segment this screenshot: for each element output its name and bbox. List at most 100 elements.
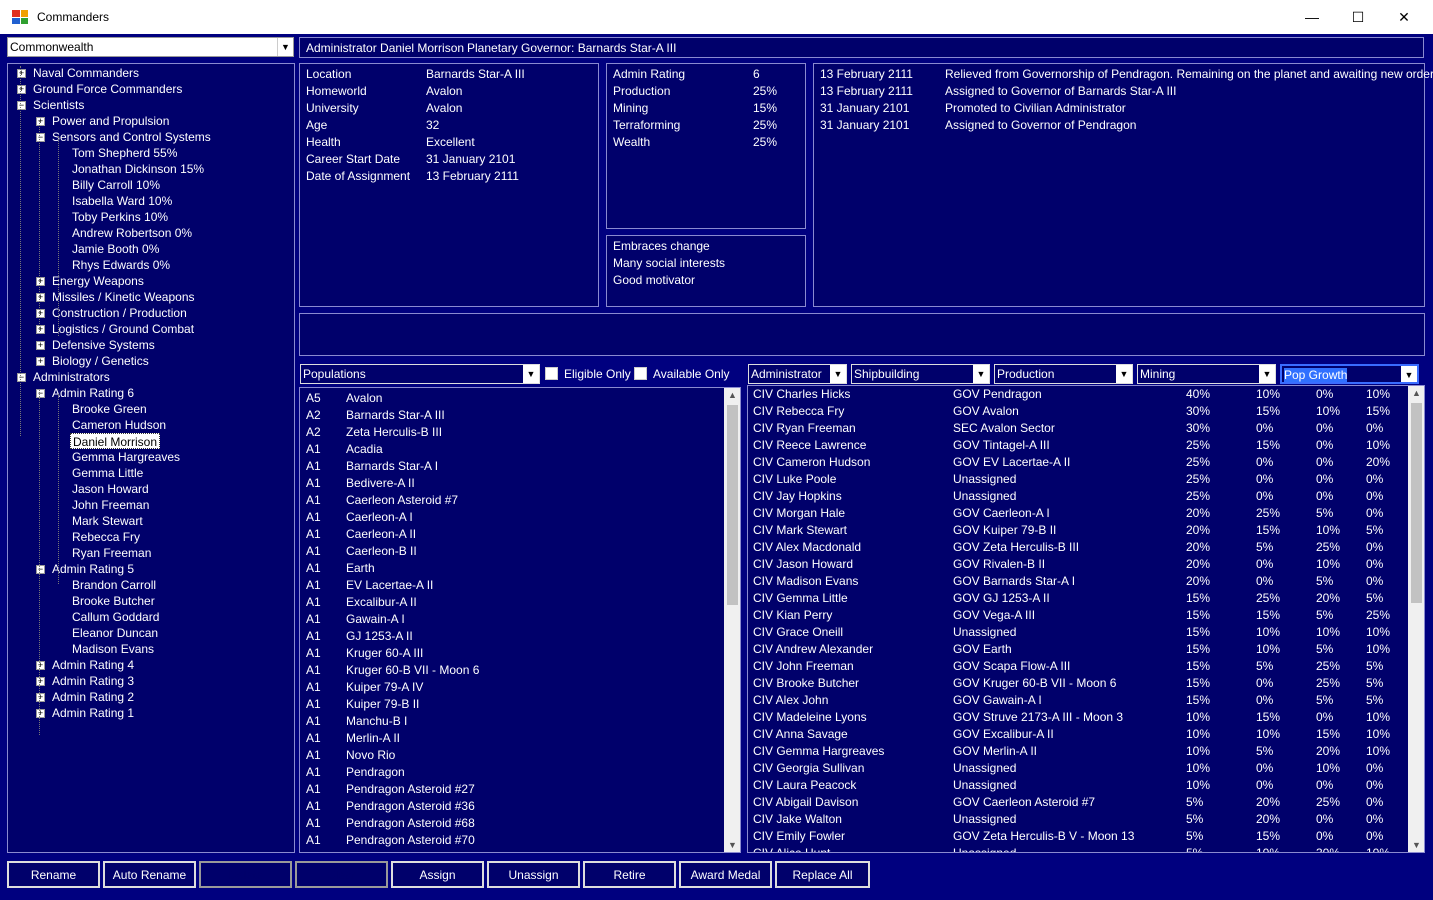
- tree-group-item[interactable]: Power and Propulsion: [50, 113, 171, 129]
- admin-row[interactable]: CIV Jake Walton Unassigned 5% 20% 0% 0%: [748, 811, 1408, 828]
- tree-leaf-item[interactable]: Mark Stewart: [70, 513, 145, 529]
- population-name[interactable]: Gawain-A I: [346, 611, 405, 628]
- tree-group-item[interactable]: Scientists: [31, 97, 86, 113]
- collapse-icon[interactable]: −: [36, 565, 45, 574]
- administrators-list[interactable]: CIV Charles Hicks GOV Pendragon 40% 10% 0% 10…: [747, 385, 1425, 853]
- expand-icon[interactable]: +: [17, 69, 26, 78]
- admin-row[interactable]: CIV Abigail Davison GOV Caerleon Asteroid…: [748, 794, 1408, 811]
- race-select[interactable]: Commonwealth ▼: [7, 37, 294, 57]
- admin-row[interactable]: CIV Luke Poole Unassigned 25% 0% 0% 0%: [748, 471, 1408, 488]
- tree-group-item[interactable]: Admin Rating 2: [50, 689, 136, 705]
- population-name[interactable]: Zeta Herculis-B III: [346, 424, 442, 441]
- admin-row[interactable]: CIV Gemma Hargreaves GOV Merlin-A II 10% 5%…: [748, 743, 1408, 760]
- tree-leaf-item[interactable]: Billy Carroll 10%: [70, 177, 162, 193]
- tree-leaf-item[interactable]: Eleanor Duncan: [70, 625, 160, 641]
- populations-scrollbar[interactable]: ▲ ▼: [724, 388, 740, 852]
- tree-group-item[interactable]: Sensors and Control Systems: [50, 129, 213, 145]
- tree-leaf-item[interactable]: Jason Howard: [70, 481, 151, 497]
- scroll-up-icon[interactable]: ▲: [728, 390, 737, 400]
- admin-sort-select[interactable]: Production ▼: [994, 364, 1133, 384]
- tree-leaf-item[interactable]: Gemma Hargreaves: [70, 449, 182, 465]
- admin-row[interactable]: CIV Jay Hopkins Unassigned 25% 0% 0% 0%: [748, 488, 1408, 505]
- expand-icon[interactable]: +: [36, 293, 45, 302]
- tree-leaf-item[interactable]: Brandon Carroll: [70, 577, 158, 593]
- population-name[interactable]: Kruger 60-B VII - Moon 6: [346, 662, 479, 679]
- population-name[interactable]: Bedivere-A II: [346, 475, 415, 492]
- minimize-button[interactable]: —: [1289, 0, 1335, 34]
- admin-row[interactable]: CIV Kian Perry GOV Vega-A III 15% 15% 5% 25%: [748, 607, 1408, 624]
- unassign-button[interactable]: Unassign: [487, 861, 580, 888]
- admin-row[interactable]: CIV Grace Oneill Unassigned 15% 10% 10% 10%: [748, 624, 1408, 641]
- tree-group-item[interactable]: Energy Weapons: [50, 273, 146, 289]
- admin-row[interactable]: CIV Andrew Alexander GOV Earth 15% 10% 5% 10%: [748, 641, 1408, 658]
- scrollbar-thumb[interactable]: [1411, 403, 1422, 603]
- admin-sort-select[interactable]: Mining ▼: [1137, 364, 1276, 384]
- collapse-icon[interactable]: −: [36, 133, 45, 142]
- population-name[interactable]: Pendragon: [346, 764, 405, 781]
- tree-leaf-item[interactable]: Andrew Robertson 0%: [70, 225, 194, 241]
- admin-row[interactable]: CIV Anna Savage GOV Excalibur-A II 10% 10% 1…: [748, 726, 1408, 743]
- population-name[interactable]: Barnards Star-A III: [346, 407, 445, 424]
- expand-icon[interactable]: +: [36, 277, 45, 286]
- admin-row[interactable]: CIV Alex John GOV Gawain-A I 15% 0% 5% 5%: [748, 692, 1408, 709]
- expand-icon[interactable]: +: [36, 341, 45, 350]
- collapse-icon[interactable]: −: [36, 389, 45, 398]
- admin-row[interactable]: CIV Ryan Freeman SEC Avalon Sector 30% 0% 0%…: [748, 420, 1408, 437]
- tree-group-item[interactable]: Admin Rating 3: [50, 673, 136, 689]
- admin-row[interactable]: CIV Madeleine Lyons GOV Struve 2173-A III…: [748, 709, 1408, 726]
- tree-group-item[interactable]: Construction / Production: [50, 305, 189, 321]
- tree-group-item[interactable]: Admin Rating 6: [50, 385, 136, 401]
- tree-leaf-item[interactable]: John Freeman: [70, 497, 151, 513]
- expand-icon[interactable]: +: [36, 709, 45, 718]
- scrollbar-thumb[interactable]: [727, 405, 738, 605]
- clear-button[interactable]: Clear: [295, 861, 388, 888]
- admin-row[interactable]: CIV Mark Stewart GOV Kuiper 79-B II 20% 15%…: [748, 522, 1408, 539]
- delete-button[interactable]: Delete: [199, 861, 292, 888]
- expand-icon[interactable]: +: [36, 325, 45, 334]
- tree-group-item[interactable]: Logistics / Ground Combat: [50, 321, 196, 337]
- tree-group-item[interactable]: Ground Force Commanders: [31, 81, 184, 97]
- population-name[interactable]: Kuiper 79-B II: [346, 696, 419, 713]
- tree-group-item[interactable]: Admin Rating 5: [50, 561, 136, 577]
- expand-icon[interactable]: +: [36, 117, 45, 126]
- admin-row[interactable]: CIV Rebecca Fry GOV Avalon 30% 15% 10% 15%: [748, 403, 1408, 420]
- population-name[interactable]: Kuiper 79-A IV: [346, 679, 423, 696]
- population-name[interactable]: Caerleon Asteroid #7: [346, 492, 458, 509]
- eligible-only-checkbox[interactable]: [545, 367, 558, 380]
- notes-box[interactable]: [299, 313, 1425, 356]
- tree-group-item[interactable]: Administrators: [31, 369, 112, 385]
- tree-leaf-item[interactable]: Brooke Butcher: [70, 593, 157, 609]
- population-name[interactable]: Barnards Star-A I: [346, 458, 438, 475]
- population-name[interactable]: Manchu-B I: [346, 713, 407, 730]
- close-button[interactable]: ✕: [1381, 0, 1427, 34]
- expand-icon[interactable]: +: [17, 85, 26, 94]
- admin-row[interactable]: CIV Emily Fowler GOV Zeta Herculis-B V - …: [748, 828, 1408, 845]
- tree-leaf-item[interactable]: Toby Perkins 10%: [70, 209, 170, 225]
- population-name[interactable]: Pendragon Asteroid #68: [346, 815, 475, 832]
- population-name[interactable]: Caerleon-A II: [346, 526, 416, 543]
- tree-group-item[interactable]: Naval Commanders: [31, 65, 141, 81]
- tree-leaf-item[interactable]: Tom Shepherd 55%: [70, 145, 179, 161]
- admin-sort-select[interactable]: Pop Growth ▼: [1280, 364, 1419, 384]
- population-name[interactable]: Avalon: [346, 390, 382, 407]
- commander-tree[interactable]: + Naval Commanders + Ground Force Commander…: [7, 63, 295, 853]
- scroll-down-icon[interactable]: ▼: [728, 840, 737, 850]
- tree-leaf-item[interactable]: Daniel Morrison: [70, 433, 161, 449]
- expand-icon[interactable]: +: [36, 677, 45, 686]
- population-name[interactable]: Pendragon Asteroid #27: [346, 781, 475, 798]
- tree-leaf-item[interactable]: Rhys Edwards 0%: [70, 257, 172, 273]
- population-name[interactable]: Earth: [346, 560, 375, 577]
- admin-row[interactable]: CIV Charles Hicks GOV Pendragon 40% 10% 0% 10…: [748, 386, 1408, 403]
- population-name[interactable]: Kruger 60-A III: [346, 645, 423, 662]
- admin-row[interactable]: CIV Laura Peacock Unassigned 10% 0% 0% 0%: [748, 777, 1408, 794]
- population-name[interactable]: GJ 1253-A II: [346, 628, 413, 645]
- population-name[interactable]: Merlin-A II: [346, 730, 400, 747]
- tree-group-item[interactable]: Admin Rating 4: [50, 657, 136, 673]
- population-type-select[interactable]: Populations ▼: [300, 364, 540, 384]
- tree-group-item[interactable]: Defensive Systems: [50, 337, 157, 353]
- admin-row[interactable]: CIV John Freeman GOV Scapa Flow-A III 15% 5…: [748, 658, 1408, 675]
- rename-button[interactable]: Rename: [7, 861, 100, 888]
- expand-icon[interactable]: +: [36, 661, 45, 670]
- admin-row[interactable]: CIV Madison Evans GOV Barnards Star-A I 20…: [748, 573, 1408, 590]
- populations-list[interactable]: A5 Avalon A2 Barnards Star-A III A2 Zeta Herc…: [299, 387, 741, 853]
